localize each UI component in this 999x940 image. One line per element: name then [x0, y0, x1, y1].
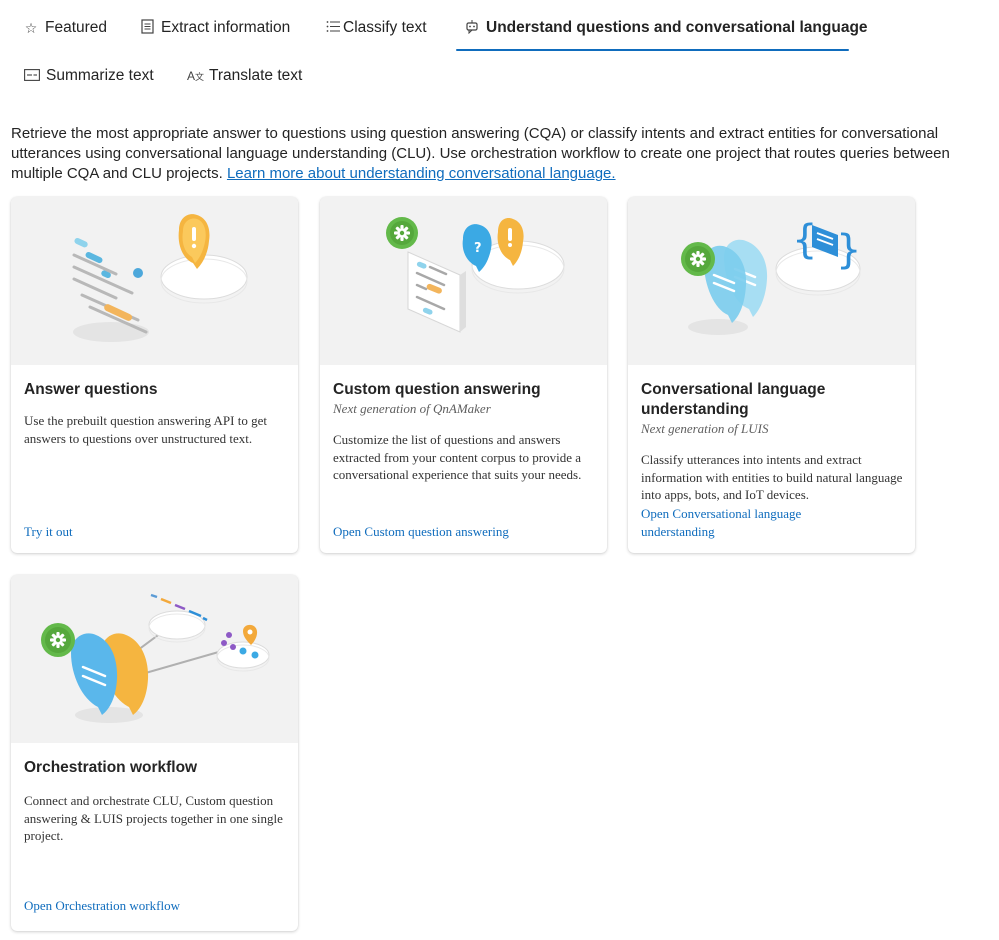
card-description: Connect and orchestrate CLU, Custom ques…: [24, 793, 283, 843]
tab-extract-information[interactable]: Extract information: [139, 10, 290, 46]
svg-text:}: }: [836, 227, 861, 273]
summary-icon: [24, 68, 40, 84]
tab-featured[interactable]: ☆ Featured: [23, 10, 107, 46]
category-tabs: ☆ Featured Extract information Classify t…: [0, 0, 999, 100]
try-it-out-link[interactable]: Try it out: [24, 523, 286, 541]
list-icon: [325, 20, 341, 36]
card-description: Use the prebuilt question answering API …: [24, 413, 267, 446]
card-answer-questions: Answer questions Use the prebuilt questi…: [11, 197, 298, 553]
bot-icon: [464, 19, 480, 37]
card-orchestration-workflow: Orchestration workflow Connect and orche…: [11, 575, 298, 931]
tab-label: Classify text: [343, 19, 427, 36]
tab-label: Understand questions and conversational …: [486, 19, 868, 36]
card-title: Conversational language understanding: [641, 381, 826, 418]
tab-label: Translate text: [209, 67, 303, 84]
tab-classify-text[interactable]: Classify text: [325, 10, 427, 46]
open-conversational-language-understanding-link[interactable]: Open Conversational language understandi…: [641, 505, 851, 540]
tab-summarize-text[interactable]: Summarize text: [24, 58, 154, 94]
card-conversational-language-understanding: { } Conversational language understandin…: [628, 197, 915, 553]
card-title: Orchestration workflow: [24, 759, 198, 776]
intro-description: Retrieve the most appropriate answer to …: [11, 124, 986, 184]
active-tab-indicator: [456, 49, 849, 51]
document-icon: [139, 19, 155, 37]
tab-label: Summarize text: [46, 67, 154, 84]
translate-icon: A文: [187, 69, 205, 83]
tab-label: Featured: [45, 19, 108, 36]
orchestration-workflow-illustration: [11, 575, 298, 743]
card-custom-question-answering: ? Custom question answering Next generat…: [320, 197, 607, 553]
star-icon: ☆: [24, 19, 38, 36]
card-title: Custom question answering: [333, 381, 541, 398]
learn-more-link[interactable]: Learn more about understanding conversat…: [227, 165, 616, 182]
tab-label: Extract information: [161, 19, 291, 36]
svg-text:?: ?: [474, 241, 482, 256]
conversational-language-illustration: { }: [628, 197, 915, 365]
custom-question-answering-illustration: ?: [320, 197, 607, 365]
tab-translate-text[interactable]: A文 Translate text: [187, 58, 302, 94]
open-custom-question-answering-link[interactable]: Open Custom question answering: [333, 523, 595, 541]
open-orchestration-workflow-link[interactable]: Open Orchestration workflow: [24, 897, 286, 915]
tab-understand-questions[interactable]: Understand questions and conversational …: [464, 10, 868, 46]
card-title: Answer questions: [24, 381, 158, 398]
answer-questions-illustration: [11, 197, 298, 365]
card-description: Classify utterances into intents and ext…: [641, 452, 903, 502]
card-subtitle: Next generation of LUIS: [641, 421, 769, 436]
card-description: Customize the list of questions and answ…: [333, 432, 582, 482]
card-subtitle: Next generation of QnAMaker: [333, 401, 491, 416]
